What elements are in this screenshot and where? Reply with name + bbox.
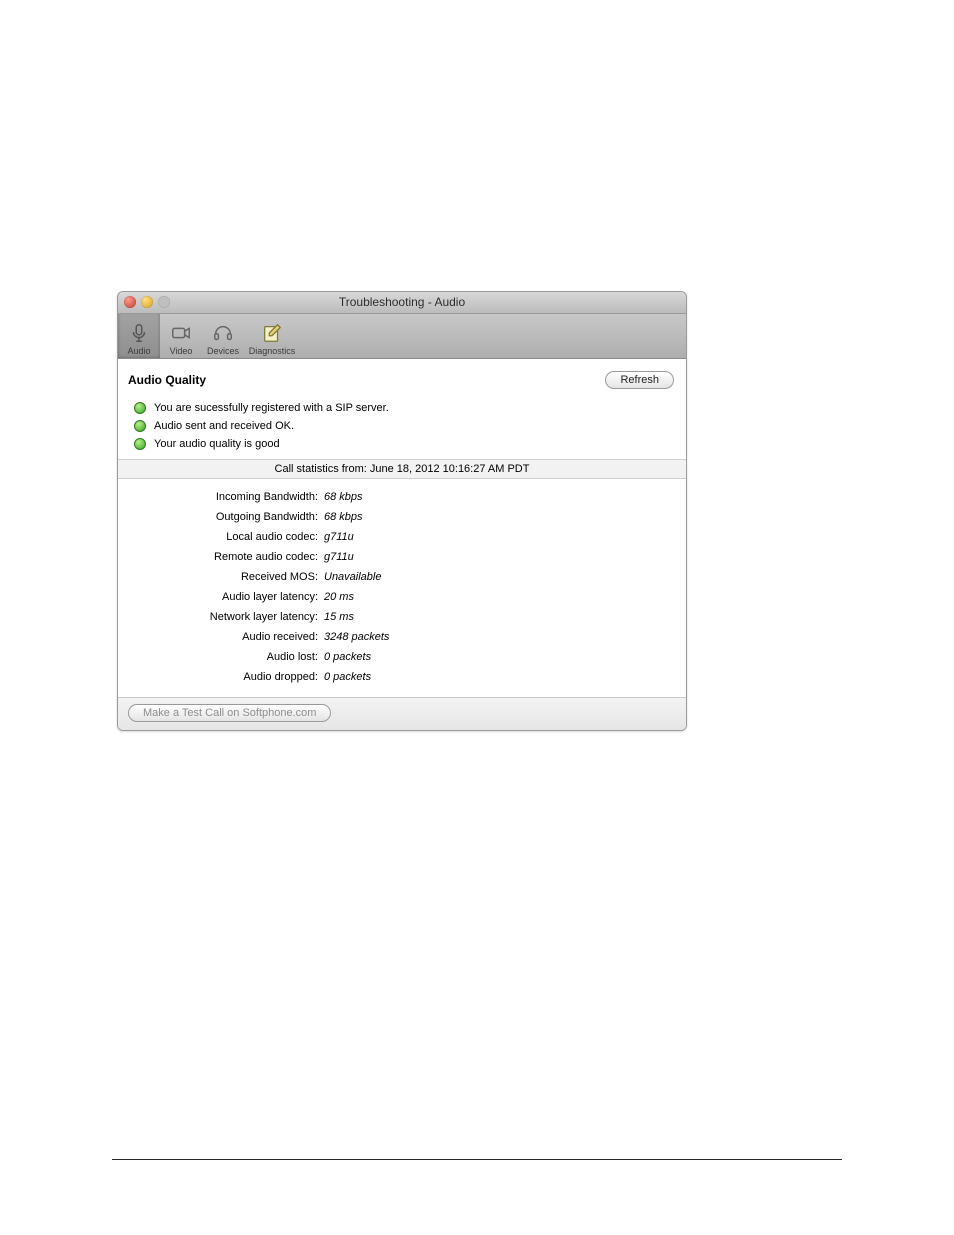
stat-row: Audio received:3248 packets [118,627,686,647]
tab-label: Video [170,346,193,356]
tab-label: Devices [207,346,239,356]
stat-value: 68 kbps [324,487,363,507]
stat-label: Received MOS: [118,567,324,587]
stat-value: 0 packets [324,647,371,667]
stat-value: 68 kbps [324,507,363,527]
tab-devices[interactable]: Devices [202,312,244,358]
stat-label: Local audio codec: [118,527,324,547]
stat-row: Network layer latency:15 ms [118,607,686,627]
stat-row: Received MOS:Unavailable [118,567,686,587]
tab-video[interactable]: Video [160,312,202,358]
stat-row: Audio layer latency:20 ms [118,587,686,607]
stat-label: Audio lost: [118,647,324,667]
titlebar: Troubleshooting - Audio [118,292,686,314]
test-call-button[interactable]: Make a Test Call on Softphone.com [128,704,331,722]
tab-bar: Audio Video Devices Diagnostics [118,314,686,359]
stat-label: Network layer latency: [118,607,324,627]
status-item: Audio sent and received OK. [134,417,686,435]
stat-value: 3248 packets [324,627,389,647]
stat-row: Audio dropped:0 packets [118,667,686,687]
troubleshooting-window: Troubleshooting - Audio Audio Video Devi… [117,291,687,731]
stat-value: 0 packets [324,667,371,687]
stats-header: Call statistics from: June 18, 2012 10:1… [118,459,686,479]
status-ok-icon [134,438,146,450]
stat-label: Outgoing Bandwidth: [118,507,324,527]
stats-grid: Incoming Bandwidth:68 kbps Outgoing Band… [118,479,686,697]
status-item: Your audio quality is good [134,435,686,453]
stat-label: Audio received: [118,627,324,647]
stat-value: Unavailable [324,567,381,587]
stat-row: Audio lost:0 packets [118,647,686,667]
tab-diagnostics[interactable]: Diagnostics [244,312,300,358]
stat-value: 15 ms [324,607,354,627]
stat-row: Remote audio codec:g711u [118,547,686,567]
status-ok-icon [134,420,146,432]
stat-label: Remote audio codec: [118,547,324,567]
diagnostics-icon [259,321,285,345]
headset-icon [210,321,236,345]
section-header: Audio Quality Refresh [118,359,686,397]
window-title: Troubleshooting - Audio [118,292,686,313]
stat-row: Local audio codec:g711u [118,527,686,547]
microphone-icon [126,321,152,345]
page-footer-rule [112,1159,842,1160]
status-item: You are sucessfully registered with a SI… [134,399,686,417]
stat-value: g711u [324,547,354,567]
status-ok-icon [134,402,146,414]
content-pane: Audio Quality Refresh You are sucessfull… [118,359,686,730]
tab-label: Diagnostics [249,346,296,356]
stat-row: Outgoing Bandwidth:68 kbps [118,507,686,527]
status-text: Your audio quality is good [154,438,280,450]
refresh-button[interactable]: Refresh [605,371,674,389]
stat-label: Audio dropped: [118,667,324,687]
camera-icon [168,321,194,345]
stat-value: 20 ms [324,587,354,607]
status-text: Audio sent and received OK. [154,420,294,432]
section-title: Audio Quality [128,373,206,387]
stat-row: Incoming Bandwidth:68 kbps [118,487,686,507]
stat-label: Incoming Bandwidth: [118,487,324,507]
status-text: You are sucessfully registered with a SI… [154,402,389,414]
stat-label: Audio layer latency: [118,587,324,607]
tab-label: Audio [127,346,150,356]
tab-audio[interactable]: Audio [118,312,160,358]
footer: Make a Test Call on Softphone.com [118,697,686,730]
stat-value: g711u [324,527,354,547]
status-list: You are sucessfully registered with a SI… [118,397,686,459]
